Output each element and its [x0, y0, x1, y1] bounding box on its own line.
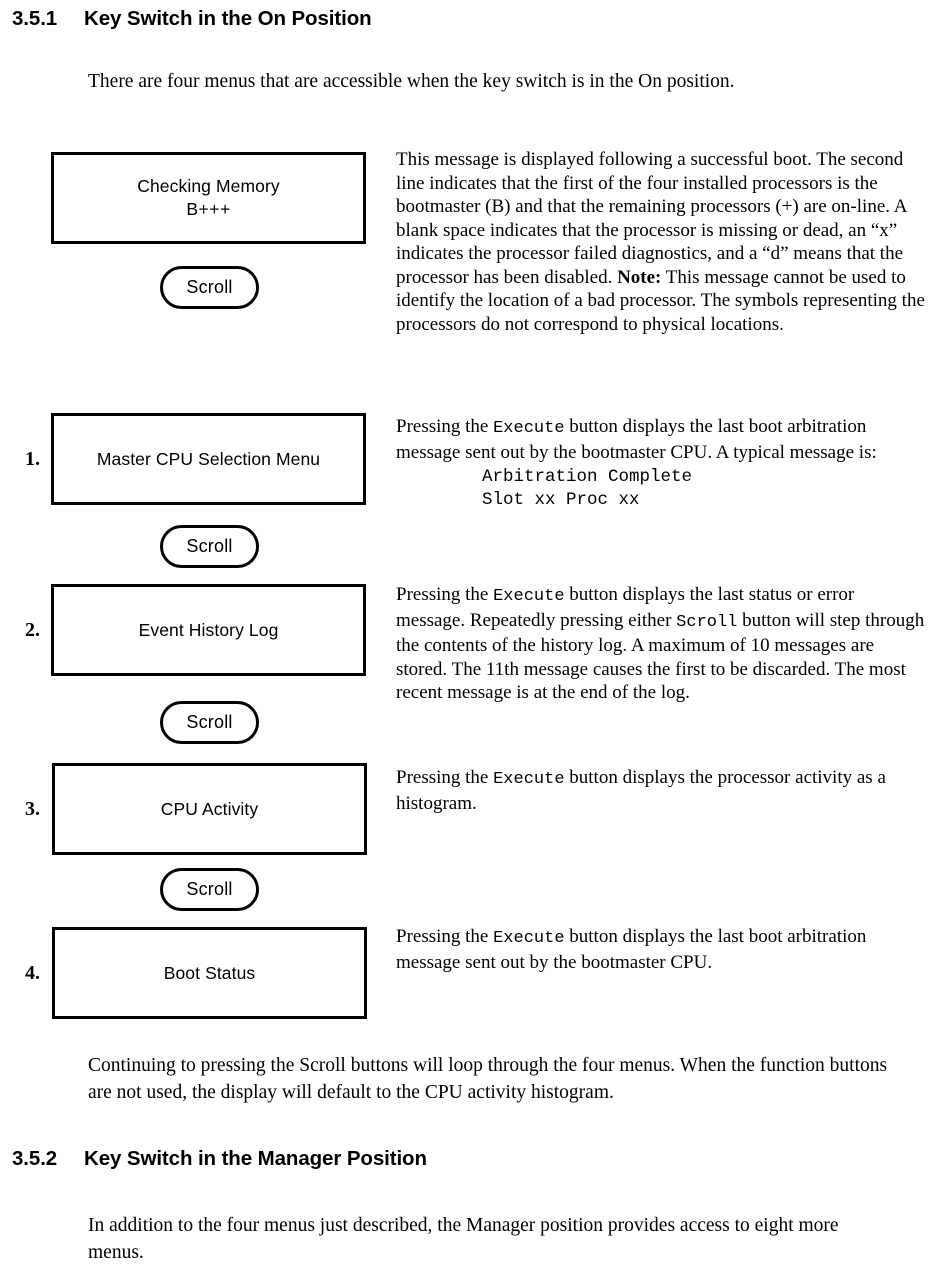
scroll-button-label: Scroll: [186, 712, 233, 732]
scroll-button-label: Scroll: [186, 536, 233, 556]
description-text-pre: Pressing the: [396, 767, 494, 788]
scroll-button-label: Scroll: [186, 277, 233, 297]
menu-box-event-history-log[interactable]: Event History Log: [51, 584, 366, 676]
menu-box-label-line1: Checking Memory: [137, 176, 280, 196]
menu-box-boot-status[interactable]: Boot Status: [52, 927, 367, 1019]
section-title: Key Switch in the Manager Position: [84, 1147, 427, 1170]
menu-box-label-line1: CPU Activity: [160, 798, 259, 819]
menu-box-label: Master CPU Selection Menu: [97, 448, 320, 471]
section-heading-352: 3.5.2 Key Switch in the Manager Position: [12, 1147, 427, 1171]
scroll-button[interactable]: Scroll: [160, 868, 259, 911]
scroll-button[interactable]: Scroll: [160, 525, 259, 568]
menu-box-checking-memory[interactable]: Checking Memory B+++: [51, 152, 366, 244]
code-sample-arbitration: Arbitration Complete Slot xx Proc xx: [482, 467, 693, 510]
document-page: 3.5.1 Key Switch in the On Position There…: [0, 0, 935, 1282]
scroll-button[interactable]: Scroll: [160, 266, 259, 309]
execute-button-reference: Execute: [493, 419, 565, 438]
execute-button-reference: Execute: [493, 929, 565, 948]
menu-box-label: Checking Memory B+++: [137, 175, 280, 221]
menu-box-label: CPU Activity: [161, 798, 258, 821]
step-number-3: 3.: [25, 798, 40, 820]
scroll-button-reference: Scroll: [676, 612, 738, 632]
menu-box-label-line1: Master CPU Selection Menu: [96, 448, 321, 469]
scroll-button[interactable]: Scroll: [160, 701, 259, 744]
manager-intro-paragraph: In addition to the four menus just descr…: [88, 1215, 839, 1263]
note-label: Note:: [617, 266, 662, 288]
section-number: 3.5.2: [12, 1147, 58, 1170]
description-cpu-activity: Pressing the Execute button displays the…: [396, 766, 926, 815]
menu-box-label-line1: Boot Status: [163, 962, 256, 983]
description-checking-memory: This message is displayed following a su…: [396, 148, 926, 336]
description-master-cpu: Pressing the Execute button displays the…: [396, 415, 926, 512]
description-text-pre: Pressing the: [396, 926, 494, 947]
scroll-button-label: Scroll: [186, 879, 233, 899]
description-event-history: Pressing the Execute button displays the…: [396, 583, 926, 705]
execute-button-reference: Execute: [493, 770, 565, 789]
menu-box-cpu-activity[interactable]: CPU Activity: [52, 763, 367, 855]
description-boot-status: Pressing the Execute button displays the…: [396, 925, 926, 974]
menu-box-label: Event History Log: [139, 619, 279, 642]
execute-button-reference: Execute: [493, 587, 565, 606]
description-text-pre: Pressing the: [396, 584, 494, 605]
description-text-pre: Pressing the: [396, 416, 494, 437]
menu-box-label-line1: Event History Log: [138, 619, 279, 640]
menu-box-label-line2: B+++: [186, 199, 231, 219]
step-number-2: 2.: [25, 619, 40, 641]
closing-paragraph: Continuing to pressing the Scroll button…: [88, 1055, 888, 1103]
step-number-4: 4.: [25, 962, 40, 984]
step-number-1: 1.: [25, 448, 40, 470]
menu-box-master-cpu-selection-menu[interactable]: Master CPU Selection Menu: [51, 413, 366, 505]
menu-box-label: Boot Status: [164, 962, 256, 985]
